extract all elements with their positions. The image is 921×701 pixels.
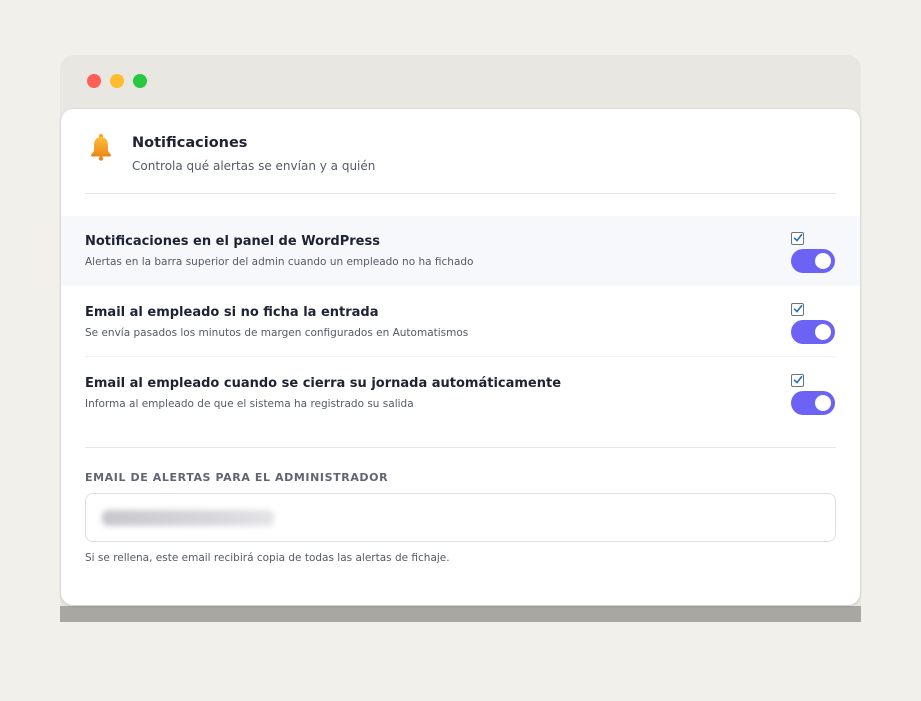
bell-icon <box>91 134 111 161</box>
setting-toggle[interactable] <box>791 249 835 273</box>
checkmark-icon <box>793 305 803 313</box>
minimize-window-button[interactable] <box>110 74 124 88</box>
card-header: Notificaciones Controla qué alertas se e… <box>85 133 836 194</box>
maximize-window-button[interactable] <box>133 74 147 88</box>
admin-email-input[interactable] <box>85 493 836 542</box>
setting-row-email-no-entry: Email al empleado si no ficha la entrada… <box>61 287 860 357</box>
admin-email-hint: Si se rellena, este email recibirá copia… <box>85 552 450 564</box>
setting-description: Informa al empleado de que el sistema ha… <box>85 398 414 410</box>
setting-checkbox[interactable] <box>791 303 804 316</box>
section-divider <box>85 447 836 448</box>
row-divider <box>85 356 836 357</box>
redacted-email-value <box>102 510 274 526</box>
setting-toggle[interactable] <box>791 391 835 415</box>
window-controls <box>87 74 147 88</box>
checkmark-icon <box>793 376 803 384</box>
setting-toggle[interactable] <box>791 320 835 344</box>
setting-description: Se envía pasados los minutos de margen c… <box>85 327 469 339</box>
checkmark-icon <box>793 234 803 242</box>
setting-row-email-auto-close: Email al empleado cuando se cierra su jo… <box>61 358 860 428</box>
page-subtitle: Controla qué alertas se envían y a quién <box>132 159 376 173</box>
setting-row-wp-panel: Notificaciones en el panel de WordPress … <box>61 216 860 286</box>
close-window-button[interactable] <box>87 74 101 88</box>
notifications-card: Notificaciones Controla qué alertas se e… <box>61 109 860 605</box>
admin-email-label: EMAIL DE ALERTAS PARA EL ADMINISTRADOR <box>85 471 389 484</box>
window-bottom-edge <box>60 606 861 622</box>
setting-checkbox[interactable] <box>791 374 804 387</box>
setting-checkbox[interactable] <box>791 232 804 245</box>
setting-title: Email al empleado cuando se cierra su jo… <box>85 376 562 391</box>
setting-title: Notificaciones en el panel de WordPress <box>85 234 380 249</box>
setting-description: Alertas en la barra superior del admin c… <box>85 256 474 268</box>
toggle-knob <box>815 324 831 340</box>
toggle-knob <box>815 253 831 269</box>
toggle-knob <box>815 395 831 411</box>
setting-title: Email al empleado si no ficha la entrada <box>85 305 379 320</box>
page-title: Notificaciones <box>132 135 248 151</box>
